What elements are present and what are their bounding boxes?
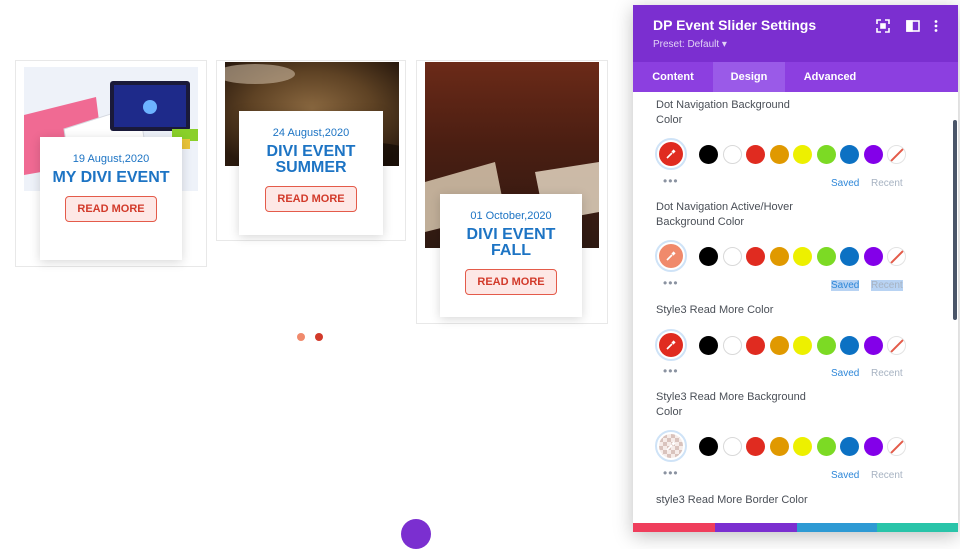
color-picker-button[interactable] — [655, 430, 687, 462]
panel-tabs: Content Design Advanced — [633, 62, 958, 92]
color-picker-button[interactable] — [655, 329, 687, 361]
color-swatch[interactable] — [699, 336, 718, 355]
color-swatch[interactable] — [769, 247, 789, 266]
event-title[interactable]: MY DIVI EVENT — [51, 170, 171, 186]
recent-colors-link[interactable]: Recent — [871, 470, 903, 481]
color-swatch[interactable] — [840, 336, 859, 355]
color-swatch[interactable] — [863, 437, 883, 456]
color-swatch[interactable] — [746, 145, 765, 164]
setting-label: Dot Navigation Background Color — [656, 99, 790, 126]
color-swatch[interactable] — [769, 145, 789, 164]
expand-icon[interactable] — [876, 19, 890, 33]
panel-header: DP Event Slider Settings Preset: Default… — [633, 5, 958, 62]
color-swatch[interactable] — [840, 145, 859, 164]
color-swatch[interactable] — [863, 336, 883, 355]
color-picker-button[interactable] — [655, 240, 687, 272]
event-card-3: 01 October,2020 DIVI EVENT FALL READ MOR… — [416, 60, 608, 324]
eyedropper-icon — [666, 340, 676, 350]
recent-colors-link[interactable]: Recent — [871, 280, 903, 291]
recent-colors-link[interactable]: Recent — [871, 178, 903, 189]
event-date: 19 August,2020 — [72, 153, 150, 165]
color-swatch[interactable] — [840, 437, 859, 456]
setting-label: Dot Navigation Active/Hover Background C… — [656, 201, 793, 228]
color-swatch[interactable] — [699, 437, 718, 456]
color-swatch[interactable] — [722, 336, 742, 355]
color-swatch[interactable] — [816, 145, 836, 164]
settings-scroll-area[interactable]: Dot Navigation Background Color ••• Save… — [633, 92, 958, 532]
saved-colors-link[interactable]: Saved — [831, 178, 859, 189]
read-more-button[interactable]: READ MORE — [65, 196, 157, 222]
color-swatch[interactable] — [699, 247, 718, 266]
kebab-menu-icon[interactable] — [933, 19, 947, 33]
read-more-button[interactable]: READ MORE — [265, 186, 357, 212]
color-swatch[interactable] — [816, 247, 836, 266]
eyedropper-icon — [666, 149, 676, 159]
event-info-box: 01 October,2020 DIVI EVENT FALL READ MOR… — [440, 194, 582, 317]
undo-button[interactable] — [715, 523, 797, 532]
settings-panel: DP Event Slider Settings Preset: Default… — [633, 5, 958, 532]
preset-selector[interactable]: Preset: Default ▾ — [653, 39, 727, 50]
tab-advanced[interactable]: Advanced — [785, 62, 875, 92]
scrollbar[interactable] — [953, 120, 957, 320]
color-swatch[interactable] — [840, 247, 859, 266]
color-swatch[interactable] — [816, 437, 836, 456]
tab-content[interactable]: Content — [633, 62, 713, 92]
slider-dot-active[interactable] — [315, 333, 323, 341]
tab-design[interactable]: Design — [713, 62, 785, 92]
setting-label: Style3 Read More Color — [656, 304, 774, 316]
event-info-box: 24 August,2020 DIVI EVENT SUMMER READ MO… — [239, 111, 383, 235]
setting-label: Style3 Read More Background Color — [656, 391, 806, 418]
color-swatch[interactable] — [769, 336, 789, 355]
color-swatch[interactable] — [793, 145, 812, 164]
event-info-box: 19 August,2020 MY DIVI EVENT READ MORE — [40, 137, 182, 260]
save-button[interactable] — [877, 523, 958, 532]
color-swatch[interactable] — [793, 437, 812, 456]
read-more-button[interactable]: READ MORE — [465, 269, 557, 295]
event-title[interactable]: DIVI EVENT SUMMER — [251, 144, 371, 176]
add-module-button[interactable] — [401, 519, 431, 549]
event-card-2: 24 August,2020 DIVI EVENT SUMMER READ MO… — [216, 60, 406, 241]
color-swatch[interactable] — [863, 145, 883, 164]
color-swatch[interactable] — [793, 247, 812, 266]
redo-button[interactable] — [797, 523, 877, 532]
color-swatch[interactable] — [816, 336, 836, 355]
event-date: 01 October,2020 — [470, 210, 552, 222]
event-title[interactable]: DIVI EVENT FALL — [451, 227, 571, 259]
clear-color-swatch[interactable] — [887, 247, 906, 266]
saved-colors-link[interactable]: Saved — [831, 470, 859, 481]
color-swatch[interactable] — [769, 437, 789, 456]
color-swatch[interactable] — [746, 247, 765, 266]
color-swatch[interactable] — [863, 247, 883, 266]
color-swatch[interactable] — [746, 336, 765, 355]
color-swatch[interactable] — [699, 145, 718, 164]
event-card-1: 19 August,2020 MY DIVI EVENT READ MORE — [15, 60, 207, 267]
event-date: 24 August,2020 — [272, 127, 350, 139]
more-options-icon[interactable]: ••• — [663, 276, 679, 290]
clear-color-swatch[interactable] — [887, 336, 906, 355]
clear-color-swatch[interactable] — [887, 437, 906, 456]
color-swatch[interactable] — [722, 437, 742, 456]
panel-footer-bar — [633, 523, 958, 532]
eyedropper-icon — [666, 251, 676, 261]
panel-title: DP Event Slider Settings — [653, 17, 817, 33]
sidebar-icon[interactable] — [906, 19, 920, 33]
slider-dot[interactable] — [297, 333, 305, 341]
more-options-icon[interactable]: ••• — [663, 364, 679, 378]
more-options-icon[interactable]: ••• — [663, 174, 679, 188]
saved-colors-link[interactable]: Saved — [831, 280, 860, 291]
color-swatch[interactable] — [793, 336, 812, 355]
discard-button[interactable] — [633, 523, 715, 532]
setting-label: style3 Read More Border Color — [656, 494, 808, 506]
recent-colors-link[interactable]: Recent — [871, 368, 903, 379]
clear-color-swatch[interactable] — [887, 145, 906, 164]
color-swatch[interactable] — [722, 145, 742, 164]
eyedropper-icon — [666, 441, 676, 451]
color-swatch[interactable] — [722, 247, 742, 266]
color-picker-button[interactable] — [655, 138, 687, 170]
saved-colors-link[interactable]: Saved — [831, 368, 859, 379]
color-swatch[interactable] — [746, 437, 765, 456]
more-options-icon[interactable]: ••• — [663, 466, 679, 480]
